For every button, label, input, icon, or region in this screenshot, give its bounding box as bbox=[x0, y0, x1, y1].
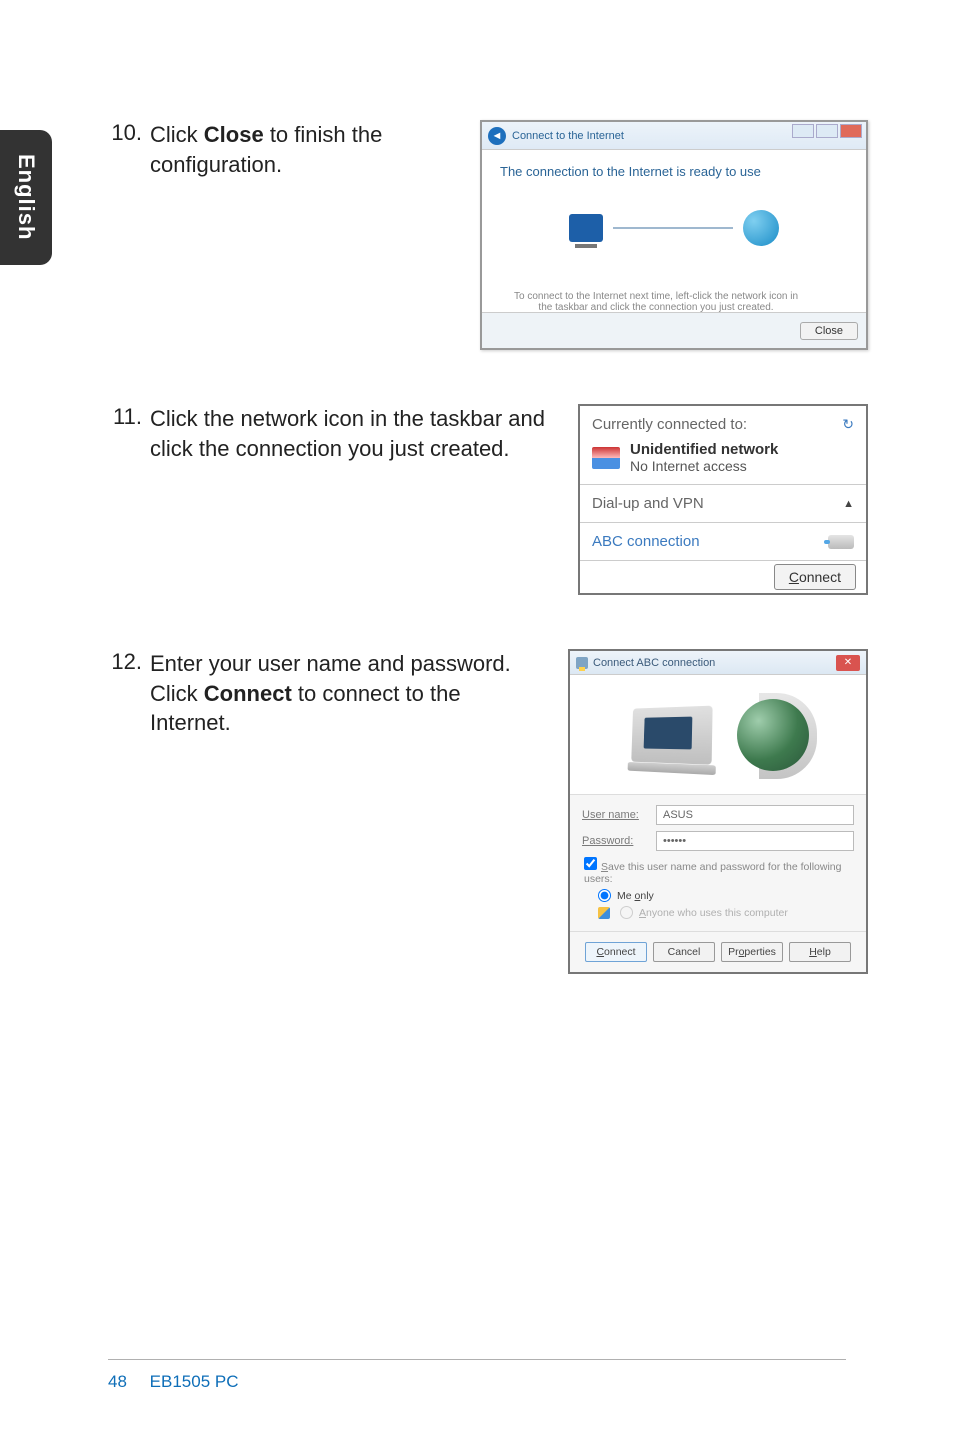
help-button[interactable]: Help bbox=[789, 942, 851, 962]
globe-icon bbox=[743, 210, 779, 246]
wizard-title: Connect to the Internet bbox=[512, 130, 624, 142]
btn-rest: onnect bbox=[799, 569, 841, 585]
screenshot-close-wizard: ◄ Connect to the Internet The connection… bbox=[480, 120, 868, 350]
network-status: No Internet access bbox=[630, 458, 778, 474]
radio-label: Me only bbox=[617, 890, 654, 902]
screenshot-network-flyout: Currently connected to: ↻ Unidentified n… bbox=[578, 404, 868, 595]
credentials-form: User name: Password: Save this user name… bbox=[570, 795, 866, 931]
step-text: Enter your user name and password. Click… bbox=[150, 649, 546, 738]
dialog-title: Connect ABC connection bbox=[593, 657, 715, 669]
radio-me-only[interactable]: Me only bbox=[598, 889, 854, 902]
step-number: 10. bbox=[108, 120, 150, 146]
radio-input bbox=[620, 906, 633, 919]
save-credentials-label: Save this user name and password for the… bbox=[584, 857, 854, 885]
section-label: Dial-up and VPN bbox=[592, 495, 704, 512]
radio-input[interactable] bbox=[598, 889, 611, 902]
step-text: Click the network icon in the taskbar an… bbox=[150, 404, 556, 463]
accel-key: o bbox=[635, 890, 641, 902]
accel-key: S bbox=[601, 861, 608, 873]
username-field[interactable] bbox=[656, 805, 854, 825]
connection-item[interactable]: ABC connection bbox=[580, 522, 866, 560]
laptop-icon bbox=[631, 705, 712, 764]
connect-button[interactable]: Connect bbox=[774, 564, 856, 590]
minimize-button[interactable] bbox=[792, 124, 814, 138]
step-bold: Connect bbox=[204, 681, 292, 706]
step-number: 12. bbox=[108, 649, 150, 675]
shield-icon bbox=[598, 907, 610, 919]
language-tab: English bbox=[0, 130, 52, 265]
dialog-buttons: Connect Cancel Properties Help bbox=[570, 931, 866, 972]
page-content: 10. Click Close to finish the configurat… bbox=[108, 120, 868, 974]
radio-anyone: Anyone who uses this computer bbox=[598, 906, 854, 919]
btn-rest: elp bbox=[817, 946, 831, 958]
network-entry: Unidentified network No Internet access bbox=[580, 439, 866, 484]
label-rest: ave this user name and password for the … bbox=[584, 861, 841, 885]
connection-diagram bbox=[482, 185, 866, 271]
properties-button[interactable]: Properties bbox=[721, 942, 783, 962]
wizard-hint: To connect to the Internet next time, le… bbox=[482, 291, 866, 313]
close-button[interactable]: Close bbox=[800, 322, 858, 340]
step-number: 11. bbox=[108, 404, 150, 430]
refresh-icon[interactable]: ↻ bbox=[842, 416, 854, 433]
section-header: Dial-up and VPN ▲ bbox=[580, 484, 866, 522]
window-buttons bbox=[792, 124, 862, 138]
wizard-message: The connection to the Internet is ready … bbox=[482, 150, 866, 185]
close-window-button[interactable] bbox=[840, 124, 862, 138]
label-rest: assword: bbox=[589, 835, 633, 847]
connection-line bbox=[613, 227, 733, 229]
back-icon[interactable]: ◄ bbox=[488, 127, 506, 145]
computer-icon bbox=[569, 214, 603, 242]
step-text-fragment: Click bbox=[150, 122, 204, 147]
radio-label: Anyone who uses this computer bbox=[639, 907, 788, 919]
chevron-up-icon[interactable]: ▲ bbox=[843, 498, 854, 510]
connection-icon bbox=[576, 657, 588, 669]
label-rest: ser name: bbox=[590, 809, 639, 821]
step-bold: Close bbox=[204, 122, 264, 147]
dialog-hero bbox=[570, 675, 866, 795]
page-number: 48 bbox=[108, 1372, 127, 1391]
cancel-button[interactable]: Cancel bbox=[653, 942, 715, 962]
screenshot-connect-dialog: Connect ABC connection ✕ User name: Pass… bbox=[568, 649, 868, 974]
dialog-titlebar: Connect ABC connection ✕ bbox=[570, 651, 866, 675]
flyout-header: Currently connected to: bbox=[592, 416, 747, 433]
password-field[interactable] bbox=[656, 831, 854, 851]
step-text: Click Close to finish the configuration. bbox=[150, 120, 458, 179]
modem-icon bbox=[828, 535, 854, 549]
accel-key: C bbox=[596, 946, 604, 958]
maximize-button[interactable] bbox=[816, 124, 838, 138]
document-name: EB1505 PC bbox=[150, 1372, 239, 1391]
accel-key: C bbox=[789, 569, 799, 585]
save-checkbox[interactable] bbox=[584, 857, 597, 870]
btn-rest: onnect bbox=[604, 946, 636, 958]
password-label: Password: bbox=[582, 835, 648, 847]
network-icon bbox=[592, 447, 620, 469]
accel-key: H bbox=[809, 946, 817, 958]
wizard-footer: Close bbox=[482, 312, 866, 348]
footer-rule bbox=[108, 1359, 846, 1360]
connect-button[interactable]: Connect bbox=[585, 942, 647, 962]
accel-key: o bbox=[739, 946, 745, 958]
username-label: User name: bbox=[582, 809, 648, 821]
page-footer: 48 EB1505 PC bbox=[108, 1372, 239, 1392]
wizard-titlebar: ◄ Connect to the Internet bbox=[482, 122, 866, 150]
accel-key: A bbox=[639, 907, 646, 919]
globe-icon bbox=[737, 699, 809, 771]
connection-name: ABC connection bbox=[592, 533, 700, 550]
network-name: Unidentified network bbox=[630, 441, 778, 458]
accel-key: U bbox=[582, 809, 590, 821]
close-icon[interactable]: ✕ bbox=[836, 655, 860, 671]
